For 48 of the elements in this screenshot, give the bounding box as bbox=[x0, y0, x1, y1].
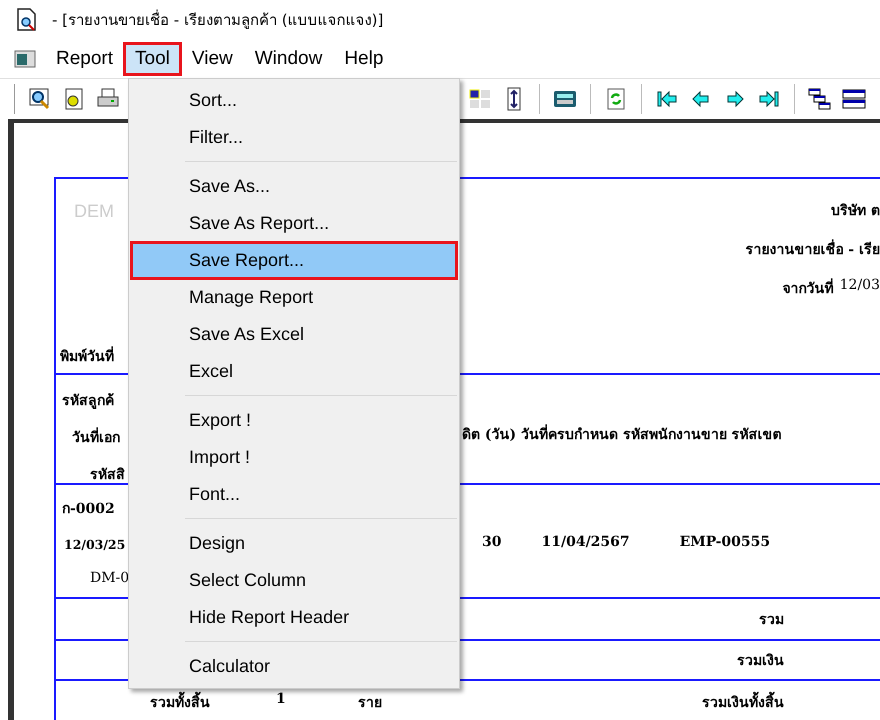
menu-item[interactable]: Sort... bbox=[131, 82, 457, 119]
menu-item[interactable]: Export ! bbox=[131, 402, 457, 439]
menu-item[interactable]: Manage Report bbox=[131, 279, 457, 316]
date-label: จากวันที่ bbox=[782, 277, 834, 299]
column-heading: รหัสสิ bbox=[89, 466, 125, 485]
column-heading: รหัสลูกค้ bbox=[61, 392, 114, 411]
menu-item[interactable]: Save Report... bbox=[131, 242, 457, 279]
tile-windows-icon[interactable] bbox=[842, 87, 866, 111]
total-label: รวม bbox=[759, 611, 784, 630]
menu-item[interactable]: View bbox=[182, 44, 243, 74]
menu-item[interactable]: Save As Report... bbox=[131, 205, 457, 242]
salesperson-code: EMP-00555 bbox=[678, 534, 770, 550]
print-date-label: พิมพ์วันที่ bbox=[60, 345, 114, 367]
window-title: - [รายงานขายเชื่อ - เรียงตามลูกค้า (แบบแจกแจง)] bbox=[52, 8, 384, 31]
menu-item[interactable]: Design bbox=[131, 525, 457, 562]
grid-icon[interactable] bbox=[468, 87, 492, 111]
menu-item[interactable]: Report bbox=[46, 44, 124, 74]
company-name: บริษัท ต bbox=[831, 202, 880, 221]
menu-item[interactable]: Help bbox=[334, 44, 394, 74]
menu-item[interactable]: Tool bbox=[125, 44, 180, 74]
date-value: 12/03 bbox=[840, 277, 880, 293]
grand-total-amount-label: รวมเงินทั้งสิ้น bbox=[702, 691, 784, 713]
menu-item[interactable]: Select Column bbox=[131, 562, 457, 599]
menu-item[interactable]: Save As Excel bbox=[131, 316, 457, 353]
window-icon[interactable] bbox=[14, 50, 36, 68]
document-date: 12/03/25 bbox=[63, 537, 126, 552]
report-title: รายงานขายเชื่อ - เรีย bbox=[745, 238, 880, 260]
grand-total-label: รวมทั้งสิ้น bbox=[130, 691, 210, 713]
menu-item[interactable]: Import ! bbox=[131, 439, 457, 476]
menu-item[interactable]: Excel bbox=[131, 353, 457, 390]
menu-item[interactable]: Hide Report Header bbox=[131, 599, 457, 636]
document-magnifier-icon bbox=[16, 8, 38, 32]
customer-count: 1 bbox=[275, 691, 286, 707]
menu-item[interactable]: Font... bbox=[131, 476, 457, 513]
total-label: รวมเงิน bbox=[737, 652, 784, 671]
column-heading: วันที่เอก bbox=[56, 426, 120, 448]
due-date: 11/04/2567 bbox=[540, 534, 630, 550]
column-headings: ดิต (วัน) วันที่ครบกำหนด รหัสพนักงานขาย รหัสเขต bbox=[462, 423, 782, 445]
credit-days: 30 bbox=[462, 534, 502, 550]
count-unit: ราย bbox=[356, 694, 382, 713]
menu-item[interactable]: Calculator bbox=[131, 648, 457, 685]
product-code: DM-0 bbox=[89, 570, 130, 586]
cascade-windows-icon[interactable] bbox=[808, 87, 832, 111]
customer-code: ก-0002 bbox=[61, 500, 115, 519]
preview-icon[interactable] bbox=[28, 87, 52, 111]
menu-item[interactable]: Window bbox=[244, 44, 332, 74]
menu-item[interactable]: Filter... bbox=[131, 119, 457, 156]
menu-item[interactable]: Save As... bbox=[131, 168, 457, 205]
